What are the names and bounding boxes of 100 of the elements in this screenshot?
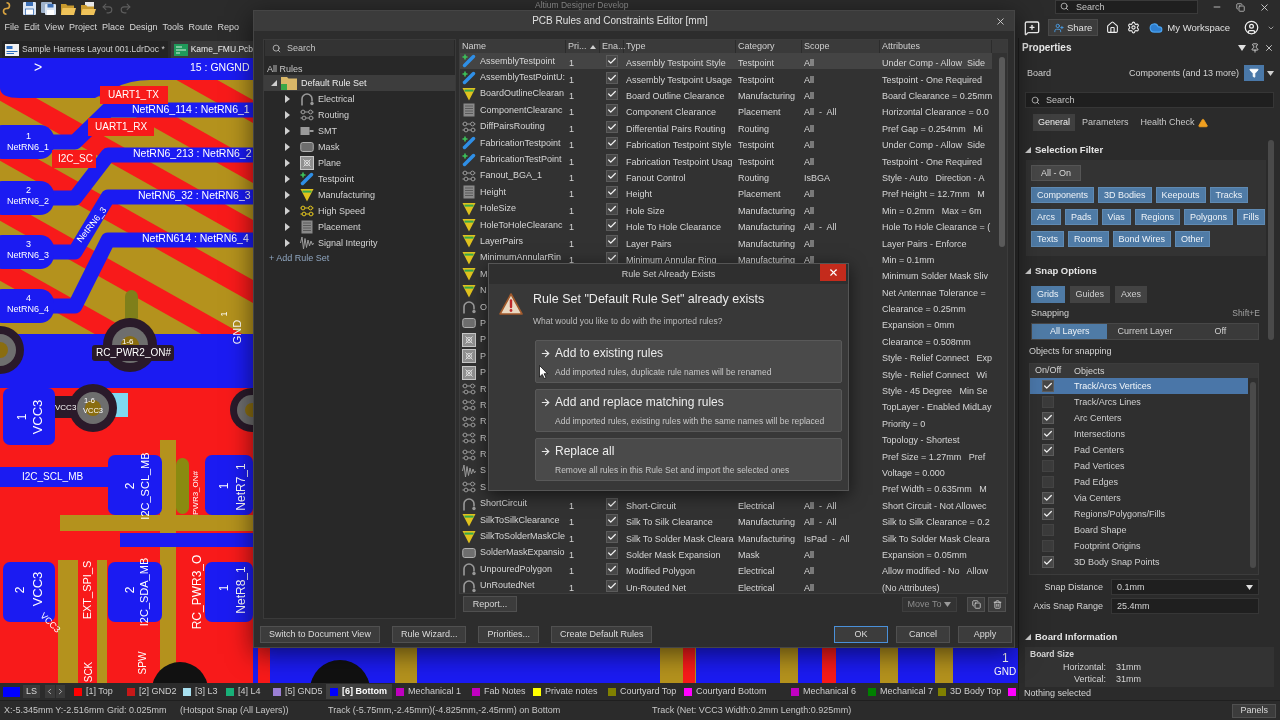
tree-item[interactable]: SMT — [264, 123, 455, 139]
layer-tab[interactable]: [1] Top — [70, 684, 123, 699]
caret-right-icon[interactable] — [285, 239, 290, 247]
footer-button[interactable]: Switch to Document View — [260, 625, 380, 643]
caret-right-icon[interactable] — [285, 111, 290, 119]
filter-toggle[interactable]: Fills — [1236, 209, 1265, 225]
table-row[interactable]: ComponentClearanc 1 Component Clearance Placement All - All Horizontal Clearance = 0.0 — [460, 102, 992, 119]
search-field[interactable]: Search — [1055, 0, 1198, 14]
search-field[interactable]: Search — [265, 40, 454, 56]
option-button[interactable]: Add to existing rules Add imported rules, duplicate rule names will be renamed — [535, 340, 842, 383]
panels-button[interactable]: Panels — [1232, 703, 1276, 718]
caret-right-icon[interactable] — [285, 207, 290, 215]
filter-toggle[interactable]: Keepouts — [1155, 187, 1206, 203]
column-header[interactable]: Type — [626, 42, 646, 51]
snap-toggle[interactable]: Grids — [1031, 286, 1065, 303]
option-button[interactable]: Replace all Remove all rules in this Rule Set and import the selected ones — [535, 438, 842, 481]
tree-item[interactable]: Testpoint — [264, 171, 455, 187]
menu-item[interactable]: Repo — [215, 23, 242, 32]
column-header[interactable]: Objects — [1074, 366, 1105, 376]
folder-icon[interactable] — [61, 2, 76, 15]
duplicate-button[interactable] — [967, 596, 985, 612]
scroll-right-button[interactable] — [55, 685, 65, 698]
segment[interactable]: Off — [1182, 324, 1258, 339]
close-button[interactable] — [820, 264, 846, 281]
tab[interactable]: Parameters — [1077, 114, 1134, 131]
filter-toggle[interactable]: Vias — [1101, 209, 1131, 225]
tab[interactable]: Health Check — [1135, 114, 1213, 131]
folder-document-icon[interactable] — [81, 2, 96, 15]
option-button[interactable]: Add and replace matching rules Add imported rules, existing rules with the same names will be replaced — [535, 389, 842, 432]
table-row[interactable]: SilkToSolderMaskCle 1 Silk To Solder Mask Cleara Manufacturing IsPad - All Silk To Solder Mask Cleara — [460, 528, 992, 545]
checkbox[interactable] — [606, 497, 618, 510]
checkbox[interactable] — [606, 563, 618, 576]
menu-item[interactable]: Design — [126, 23, 160, 32]
caret-right-icon[interactable] — [285, 95, 290, 103]
all-on-button[interactable]: All - On — [1031, 165, 1081, 181]
column-header[interactable]: Ena... — [602, 42, 626, 51]
table-row[interactable]: AssemblyTestpoint 1 Assembly Testpoint Style Testpoint All Under Comp - Allow Side — [460, 53, 992, 70]
filter-toggle[interactable]: Regions — [1134, 209, 1180, 225]
tree-item[interactable]: Plane — [264, 155, 455, 171]
tab[interactable]: General — [1033, 114, 1076, 131]
pin-icon[interactable] — [1250, 43, 1260, 53]
filter-toggle[interactable]: Texts — [1031, 231, 1064, 247]
caret-right-icon[interactable] — [285, 159, 290, 167]
tree-root[interactable]: All Rules — [267, 64, 303, 74]
caret-right-icon[interactable] — [285, 191, 290, 199]
checkbox[interactable] — [606, 514, 618, 527]
layer-tab[interactable]: [2] GND2 — [123, 684, 179, 699]
menu-item[interactable]: File — [2, 23, 22, 32]
caret-right-icon[interactable] — [285, 127, 290, 135]
filter-toggle[interactable]: Arcs — [1031, 209, 1061, 225]
caret-right-icon[interactable] — [285, 143, 290, 151]
tree-item[interactable]: Placement — [264, 219, 455, 235]
menu-item[interactable]: Place — [99, 23, 127, 32]
restore-icon[interactable] — [1236, 2, 1245, 12]
search-field[interactable]: Search — [1025, 92, 1274, 108]
filter-toggle[interactable]: Pads — [1065, 209, 1098, 225]
segment[interactable]: All Layers — [1032, 324, 1108, 339]
filter-toggle[interactable]: Polygons — [1183, 209, 1233, 225]
checkbox[interactable] — [606, 71, 618, 84]
settings-icon[interactable] — [1127, 21, 1141, 34]
close-icon[interactable] — [1259, 1, 1270, 13]
layer-tab[interactable]: Mechanical 7 — [864, 684, 934, 699]
menu-item[interactable]: Edit — [21, 23, 43, 32]
scrollbar[interactable] — [1268, 140, 1274, 340]
column-header[interactable]: Attributes — [882, 42, 921, 51]
home-icon[interactable] — [1106, 21, 1120, 34]
caret-down-icon[interactable] — [1025, 147, 1031, 153]
menu-item[interactable]: Tools — [159, 23, 186, 32]
tree-item[interactable]: Mask — [264, 139, 455, 155]
checkbox[interactable] — [1042, 380, 1054, 392]
filter-toggle[interactable]: Rooms — [1068, 231, 1109, 247]
caret-right-icon[interactable] — [285, 175, 290, 183]
caret-down-icon[interactable] — [1025, 634, 1031, 640]
layer-tab[interactable]: Mechanical 6 — [787, 684, 864, 699]
share-button[interactable]: Share — [1048, 19, 1099, 36]
segment[interactable]: Current Layer — [1107, 324, 1183, 339]
checkbox[interactable] — [1042, 492, 1054, 504]
layer-tab[interactable]: 3D Body Top — [934, 684, 1004, 699]
snap-toggle[interactable]: Guides — [1069, 286, 1111, 303]
column-header[interactable]: Pri... — [568, 42, 587, 51]
checkbox[interactable] — [606, 579, 618, 592]
filter-toggle[interactable]: Other — [1175, 231, 1210, 247]
checkbox[interactable] — [606, 530, 618, 543]
footer-button[interactable]: Apply — [958, 625, 1012, 643]
layer-tab[interactable]: Private notes — [529, 684, 604, 699]
checkbox[interactable] — [606, 235, 618, 248]
close-icon[interactable] — [1264, 43, 1274, 53]
layer-tab[interactable]: Courtyard Top — [604, 684, 680, 699]
checkbox[interactable] — [606, 202, 618, 215]
snap-toggle[interactable]: Axes — [1115, 286, 1148, 303]
filter-toggle[interactable]: Components — [1031, 187, 1095, 203]
report-button[interactable]: Report... — [463, 596, 517, 612]
checkbox[interactable] — [606, 55, 618, 68]
list-row[interactable]: Track/Arcs Vertices — [1030, 378, 1248, 394]
tree-item[interactable]: Routing — [264, 107, 455, 123]
tree-item[interactable]: Manufacturing — [264, 187, 455, 203]
scrollbar[interactable] — [1250, 382, 1256, 568]
checkbox[interactable] — [606, 104, 618, 117]
footer-button[interactable]: OK — [834, 625, 888, 643]
column-header[interactable]: Name — [462, 42, 486, 51]
